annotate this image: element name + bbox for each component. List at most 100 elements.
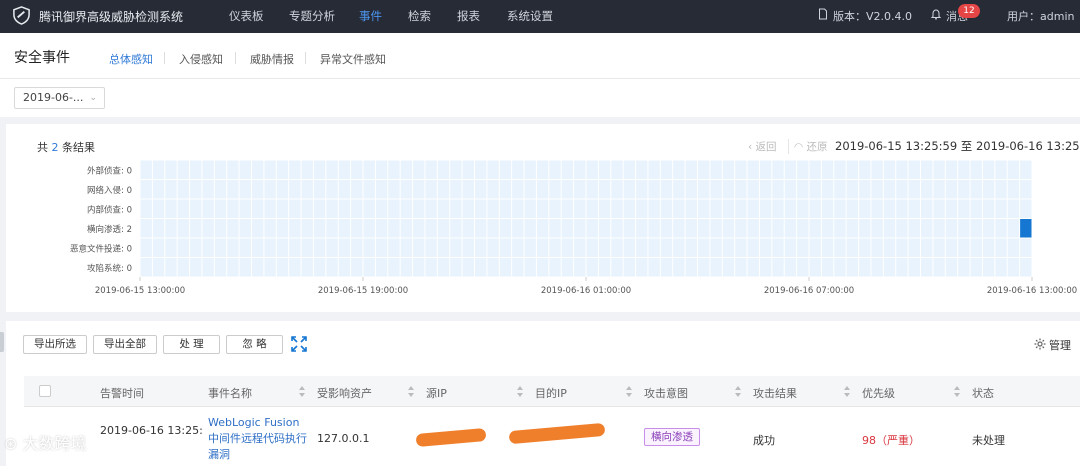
redacted-dest-ip [508,422,606,445]
ignore-button[interactable]: 忽 略 [226,335,283,354]
heatmap-cell [351,258,363,277]
heatmap-cell [561,219,574,238]
heatmap-cell [363,160,375,179]
heatmap-cell [351,199,363,218]
heatmap-cell [239,258,251,277]
tab-divider [164,52,165,64]
watermark-logo: ⊛ 大数跨境 [4,434,87,453]
heatmap-cell [958,199,970,218]
heatmap-cell [598,238,611,257]
heatmap-cell [338,199,351,218]
heatmap-cell [425,199,437,218]
col-attack-intent[interactable]: 攻击意图 [644,385,688,401]
version-info[interactable]: 版本：V2.0.4.0 [817,0,912,33]
heatmap-cell [214,258,227,277]
heatmap-cell [698,180,710,199]
heatmap-cell [276,160,289,179]
heatmap-cell [413,180,425,199]
sort-icon[interactable] [844,386,850,397]
heatmap-cell [698,238,710,257]
heatmap-cell [227,180,239,199]
heatmap-cell [821,199,834,218]
heatmap-cell [698,160,710,179]
heatmap-cell [400,160,413,179]
heatmap-cell [190,258,202,277]
heatmap-cell [301,160,313,179]
col-status[interactable]: 状态 [972,385,994,401]
tab-intrusion[interactable]: 入侵感知 [179,51,223,67]
user-menu[interactable]: 用户：admin [1007,0,1074,33]
col-source-ip[interactable]: 源IP [426,385,447,401]
heatmap-cell [735,238,747,257]
sort-icon[interactable] [517,386,523,397]
nav-reports[interactable]: 报表 [457,0,480,33]
heatmap-cell [896,180,908,199]
sort-icon[interactable] [626,386,632,397]
sort-icon[interactable] [299,386,305,397]
col-event-name[interactable]: 事件名称 [208,385,252,401]
heatmap-cell [214,180,227,199]
cell-event-name-link[interactable]: WebLogic Fusion中间件远程代码执行漏洞 [208,415,308,463]
heatmap-cell [871,238,883,257]
nav-dashboard[interactable]: 仪表板 [229,0,264,33]
heatmap-cell [190,199,202,218]
tab-threat-intel[interactable]: 威胁情报 [250,51,294,67]
nav-events[interactable]: 事件 [359,0,382,33]
nav-system-settings[interactable]: 系统设置 [507,0,553,33]
sort-icon[interactable] [408,386,414,397]
handle-button[interactable]: 处 理 [163,335,220,354]
heatmap-cell [524,199,536,218]
heatmap-cell [326,238,338,257]
export-all-button[interactable]: 导出全部 [93,335,157,354]
col-priority[interactable]: 优先级 [862,385,895,401]
heatmap-cell [437,199,450,218]
heatmap-cell [239,199,251,218]
nav-search[interactable]: 检索 [408,0,431,33]
sort-icon[interactable] [954,386,960,397]
heatmap-cell [425,160,437,179]
fullscreen-expand-icon[interactable] [291,336,307,352]
heatmap-cell [313,180,326,199]
heatmap-cell [252,160,264,179]
event-heatmap[interactable]: 外部侦查: 0 网络入侵: 0 内部侦查: 0 横向渗透: 2 恶意文件投递: 0 攻陷系… [6,124,1080,312]
heatmap-cell [574,160,586,179]
manage-button[interactable]: 管理 [1034,337,1071,353]
heatmap-cell [883,258,896,277]
heatmap-cell [512,258,524,277]
heatmap-cell [958,180,970,199]
heatmap-cell [437,238,450,257]
sort-icon[interactable] [735,386,741,397]
heatmap-cell [165,258,177,277]
heatmap-cell [561,238,574,257]
side-collapse-handle[interactable] [0,332,4,352]
heatmap-cell [264,219,276,238]
select-all-checkbox[interactable] [39,385,51,397]
date-range-select[interactable]: 2019-06-... ⌄ [14,87,105,109]
tab-overall[interactable]: 总体感知 [109,51,153,67]
heatmap-cell [289,258,301,277]
heatmap-cell [487,160,499,179]
heatmap-cell [970,219,982,238]
heatmap-cell [450,199,462,218]
product-name: 腾讯御界高级威胁检测系统 [39,10,184,24]
col-affected-asset[interactable]: 受影响资产 [317,385,372,401]
heatmap-cell [660,258,673,277]
col-attack-result[interactable]: 攻击结果 [753,385,797,401]
heatmap-cell [722,180,735,199]
heatmap-cell [797,238,809,257]
heatmap-cell [475,180,487,199]
heatmap-cell [425,258,437,277]
heatmap-cell [1020,160,1032,179]
tab-abnormal-file[interactable]: 异常文件感知 [320,51,386,67]
heatmap-cell [809,258,821,277]
heatmap-cell [351,219,363,238]
heatmap-cell [190,219,202,238]
col-alert-time[interactable]: 告警时间 [100,385,144,401]
col-dest-ip[interactable]: 目的IP [535,385,567,401]
heatmap-cell [326,199,338,218]
nav-topic-analysis[interactable]: 专题分析 [289,0,335,33]
export-selected-button[interactable]: 导出所选 [23,335,87,354]
brand[interactable]: 腾讯御界高级威胁检测系统 [12,5,184,26]
heatmap-cell [413,160,425,179]
file-icon [817,0,833,33]
